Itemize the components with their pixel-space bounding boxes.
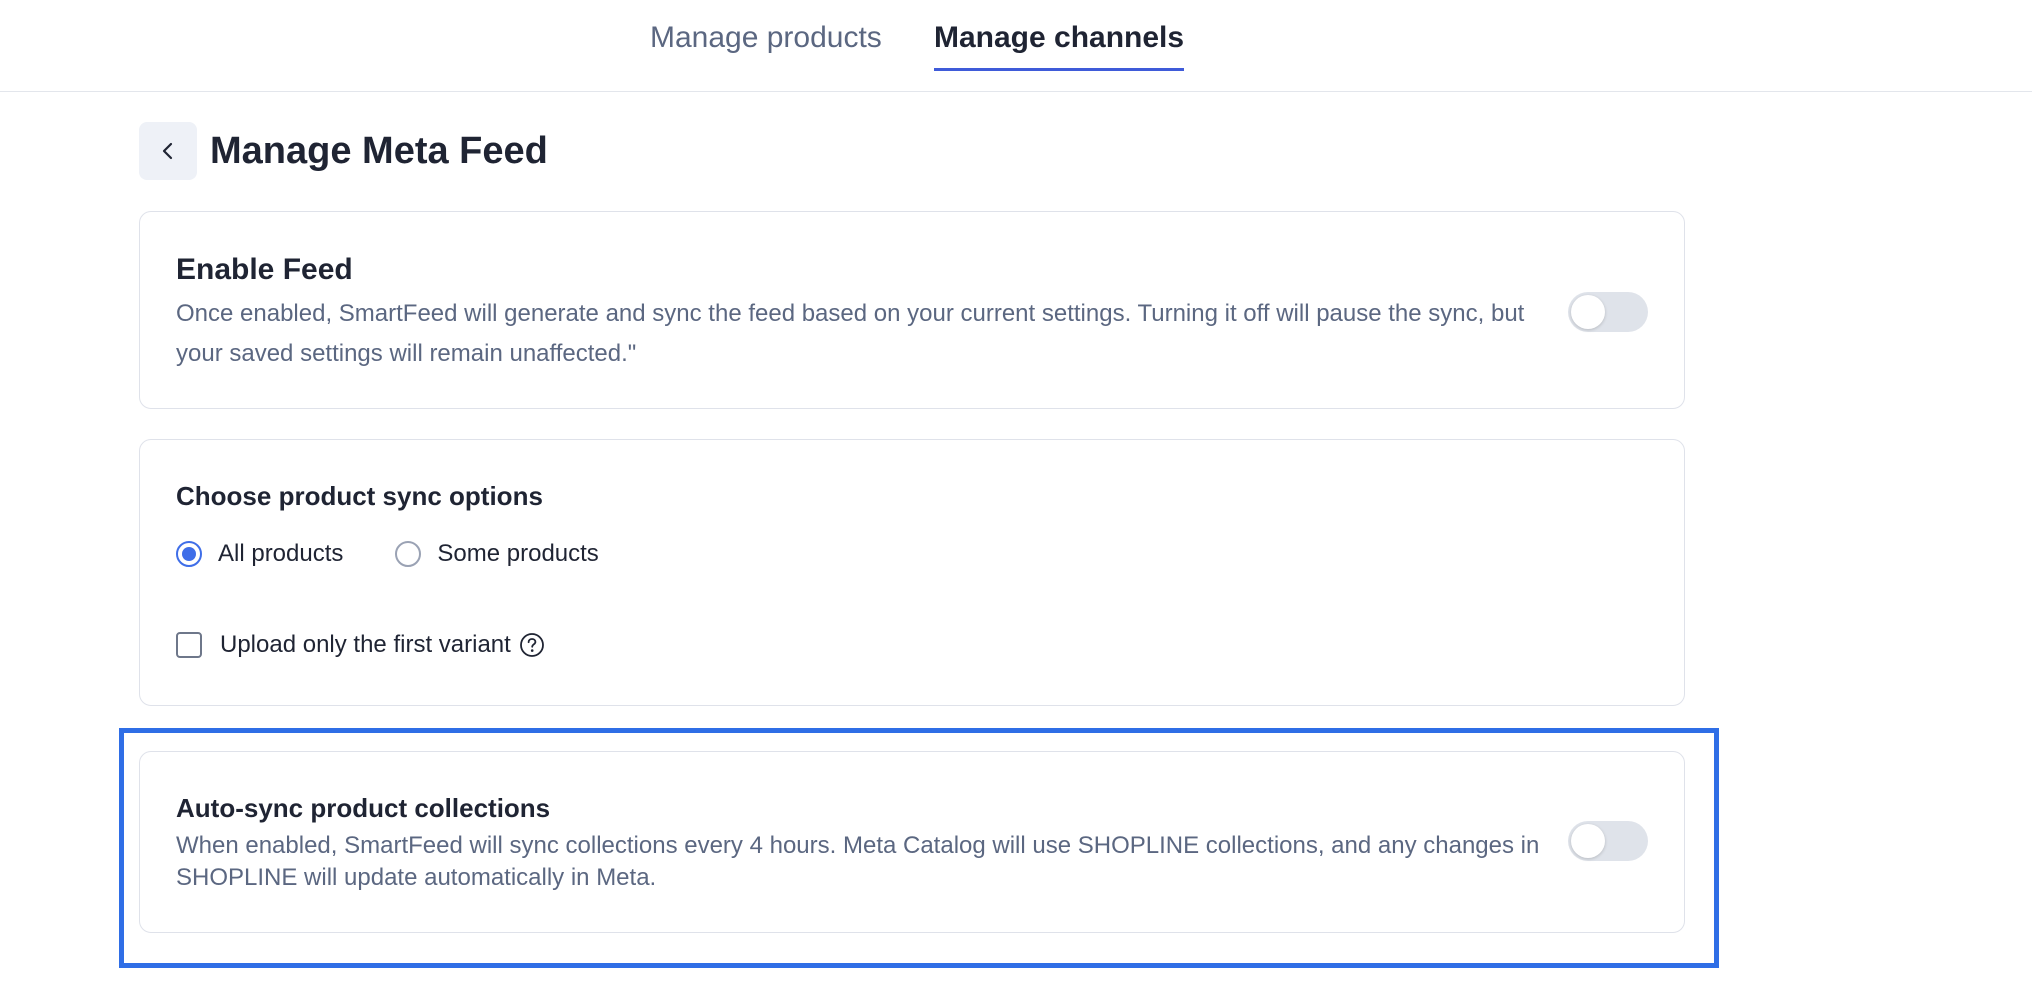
enable-feed-toggle[interactable]	[1568, 292, 1648, 332]
toggle-knob	[1571, 295, 1605, 329]
auto-sync-toggle[interactable]	[1568, 821, 1648, 861]
sync-options-radio-group: All products Some products	[176, 540, 651, 568]
first-variant-checkbox[interactable]	[176, 632, 202, 658]
sync-options-title: Choose product sync options	[176, 481, 543, 511]
radio-label: All products	[218, 540, 344, 567]
first-variant-label: Upload only the first variant	[220, 631, 511, 658]
radio-all-products[interactable]: All products	[176, 540, 343, 568]
radio-unselected-icon	[395, 541, 422, 567]
enable-feed-title: Enable Feed	[176, 253, 353, 286]
toggle-knob	[1571, 824, 1605, 858]
sync-options-card: Choose product sync options All products…	[139, 439, 1685, 706]
first-variant-option: Upload only the first variant	[176, 631, 545, 659]
top-tab-bar: Manage products Manage channels	[0, 0, 2032, 92]
auto-sync-card: Auto-sync product collections When enabl…	[139, 751, 1685, 933]
page-title: Manage Meta Feed	[210, 130, 548, 172]
auto-sync-description: When enabled, SmartFeed will sync collec…	[176, 832, 1540, 891]
auto-sync-title: Auto-sync product collections	[176, 793, 551, 823]
chevron-left-icon	[162, 142, 173, 160]
tab-manage-products[interactable]: Manage products	[650, 18, 882, 68]
radio-some-products[interactable]: Some products	[395, 540, 599, 568]
radio-label: Some products	[437, 540, 599, 567]
radio-selected-icon	[176, 541, 202, 567]
back-button[interactable]	[139, 122, 197, 180]
enable-feed-card: Enable Feed Once enabled, SmartFeed will…	[139, 211, 1685, 409]
tab-manage-channels[interactable]: Manage channels	[934, 18, 1185, 71]
question-circle-icon[interactable]	[519, 632, 545, 658]
enable-feed-description: Once enabled, SmartFeed will generate an…	[176, 300, 1525, 367]
